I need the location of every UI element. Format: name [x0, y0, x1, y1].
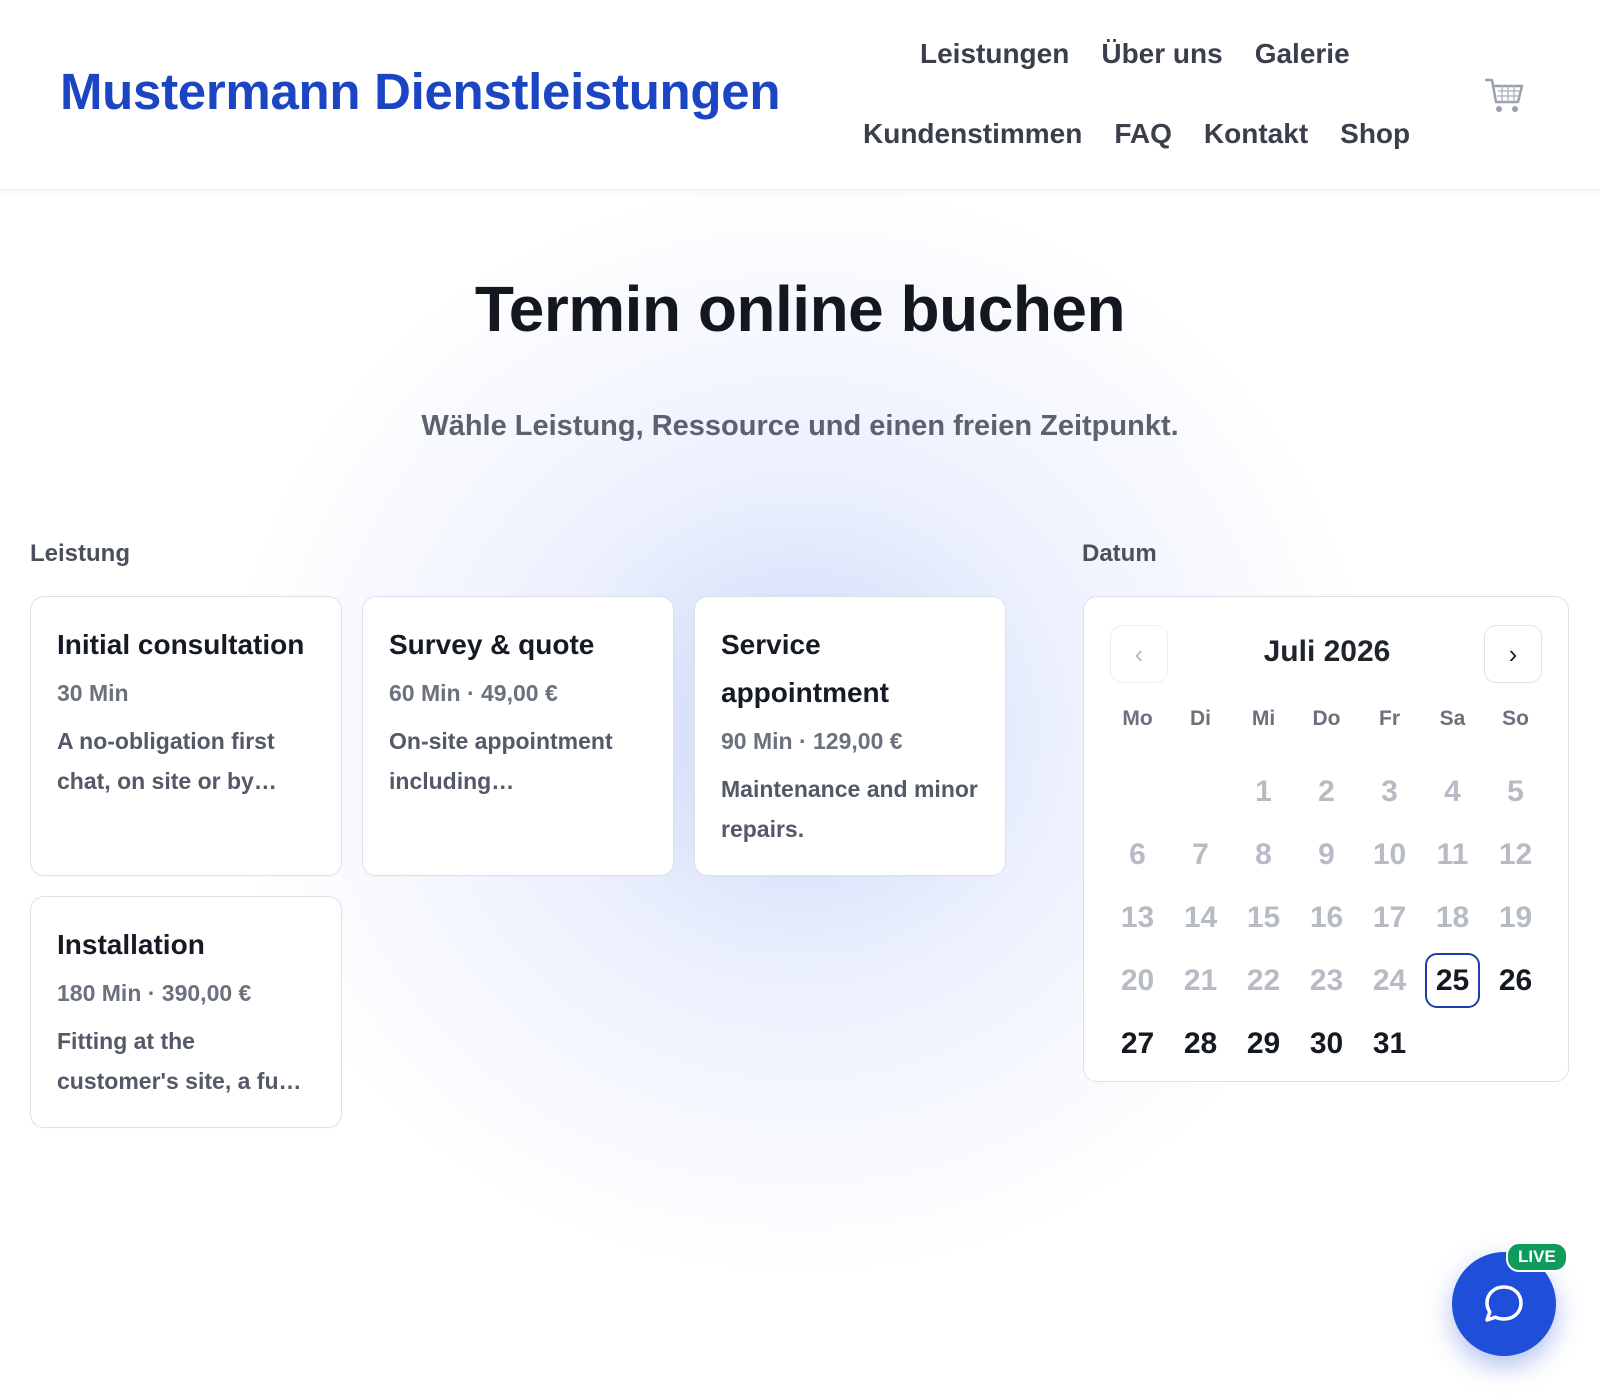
nav-item-ueber-uns[interactable]: Über uns [1101, 38, 1222, 70]
service-meta: 180 Min · 390,00 € [57, 980, 252, 1006]
service-description: On-site appointment including… [389, 728, 613, 794]
calendar-day-unavailable: 19 [1498, 900, 1533, 934]
calendar-day[interactable]: 30 [1295, 1012, 1358, 1075]
calendar-day[interactable]: 26 [1484, 949, 1547, 1012]
service-meta: 60 Min · 49,00 € [389, 680, 558, 706]
calendar-day-unavailable: 10 [1372, 837, 1407, 871]
calendar-blank [1106, 760, 1169, 823]
service-description: Fitting at the customer's site, a fu… [57, 1028, 302, 1094]
calendar-grid: Mo Di Mi Do Fr Sa So 1 2 3 4 5 6 7 8 9 10 11 12 13 14 15 16 17 1… [1106, 697, 1550, 1075]
calendar-day-unavailable: 18 [1435, 900, 1470, 934]
calendar-day-unavailable: 14 [1183, 900, 1218, 934]
calendar-day-unavailable: 1 [1255, 774, 1272, 808]
service-title: Service appointment [721, 629, 889, 708]
page: Mustermann Dienstleistungen Leistungen Ü… [0, 0, 1600, 1400]
calendar-day-unavailable: 6 [1129, 837, 1146, 871]
calendar-day-selected[interactable]: 25 [1425, 953, 1480, 1008]
calendar-day[interactable]: 31 [1358, 1012, 1421, 1075]
calendar-day-unavailable: 3 [1381, 774, 1398, 808]
nav-item-kontakt[interactable]: Kontakt [1204, 118, 1308, 150]
calendar-day-unavailable: 15 [1246, 900, 1281, 934]
nav-item-faq[interactable]: FAQ [1114, 118, 1172, 150]
weekday-header: Fr [1379, 707, 1400, 730]
weekday-header: Mi [1251, 707, 1276, 730]
calendar-day-unavailable: 9 [1318, 837, 1335, 871]
calendar-day-unavailable: 4 [1444, 774, 1461, 808]
calendar-day[interactable]: 27 [1106, 1012, 1169, 1075]
calendar-day-unavailable: 12 [1498, 837, 1533, 871]
weekday-header: Sa [1439, 707, 1466, 730]
calendar-day-unavailable: 2 [1318, 774, 1335, 808]
calendar-day-unavailable: 13 [1120, 900, 1155, 934]
service-card[interactable]: Initial consultation 30 Min A no-obligat… [30, 596, 342, 876]
site-header: Mustermann Dienstleistungen Leistungen Ü… [0, 0, 1600, 190]
service-description: A no-obligation first chat, on site or b… [57, 728, 277, 794]
nav-item-kundenstimmen[interactable]: Kundenstimmen [863, 118, 1082, 150]
nav-secondary-row: Kundenstimmen FAQ Kontakt Shop [863, 118, 1410, 150]
service-meta: 30 Min [57, 680, 129, 706]
service-card[interactable]: Installation 180 Min · 390,00 € Fitting … [30, 896, 342, 1128]
service-card[interactable]: Service appointment 90 Min · 129,00 € Ma… [694, 596, 1006, 876]
brand-logo[interactable]: Mustermann Dienstleistungen [60, 62, 780, 121]
calendar-blank [1169, 760, 1232, 823]
cart-icon[interactable] [1484, 76, 1526, 116]
calendar-day-unavailable: 22 [1246, 963, 1281, 997]
chat-bubble-icon [1485, 1285, 1523, 1322]
calendar-day-unavailable: 23 [1309, 963, 1344, 997]
nav-item-leistungen[interactable]: Leistungen [920, 38, 1069, 70]
calendar-day-unavailable: 5 [1507, 774, 1524, 808]
service-title: Installation [57, 929, 205, 960]
live-badge: LIVE [1506, 1242, 1568, 1272]
calendar-day[interactable]: 29 [1232, 1012, 1295, 1075]
nav-item-galerie[interactable]: Galerie [1255, 38, 1350, 70]
service-card[interactable]: Survey & quote 60 Min · 49,00 € On-site … [362, 596, 674, 876]
date-picker: ‹ Juli 2026 › Mo Di Mi Do Fr Sa So 1 2 3 4 5 6 7 8 9 10 1… [1083, 596, 1569, 1082]
weekday-header: Di [1190, 707, 1211, 730]
date-label: Datum [1082, 540, 1157, 567]
page-subtitle: Wähle Leistung, Ressource und einen frei… [421, 410, 1179, 442]
calendar-day-unavailable: 7 [1192, 837, 1209, 871]
service-meta: 90 Min · 129,00 € [721, 728, 903, 754]
calendar-day-unavailable: 24 [1372, 963, 1407, 997]
service-description: Maintenance and minor repairs. [721, 776, 978, 842]
services-label: Leistung [30, 540, 130, 567]
nav-primary-row: Leistungen Über uns Galerie [920, 38, 1350, 70]
calendar-day-unavailable: 17 [1372, 900, 1407, 934]
calendar-day[interactable]: 28 [1169, 1012, 1232, 1075]
calendar-day-unavailable: 20 [1120, 963, 1155, 997]
weekday-header: Do [1312, 707, 1341, 730]
calendar-day-unavailable: 8 [1255, 837, 1272, 871]
calendar-day-unavailable: 21 [1183, 963, 1218, 997]
nav-item-shop[interactable]: Shop [1340, 118, 1410, 150]
calendar-day-unavailable: 11 [1436, 837, 1469, 871]
page-title: Termin online buchen [474, 273, 1126, 345]
weekday-header: So [1502, 707, 1529, 730]
service-title: Survey & quote [389, 629, 595, 660]
service-title: Initial consultation [57, 629, 305, 660]
calendar-day-unavailable: 16 [1309, 900, 1344, 934]
weekday-header: Mo [1122, 707, 1153, 730]
next-month-button[interactable]: › [1484, 625, 1542, 683]
